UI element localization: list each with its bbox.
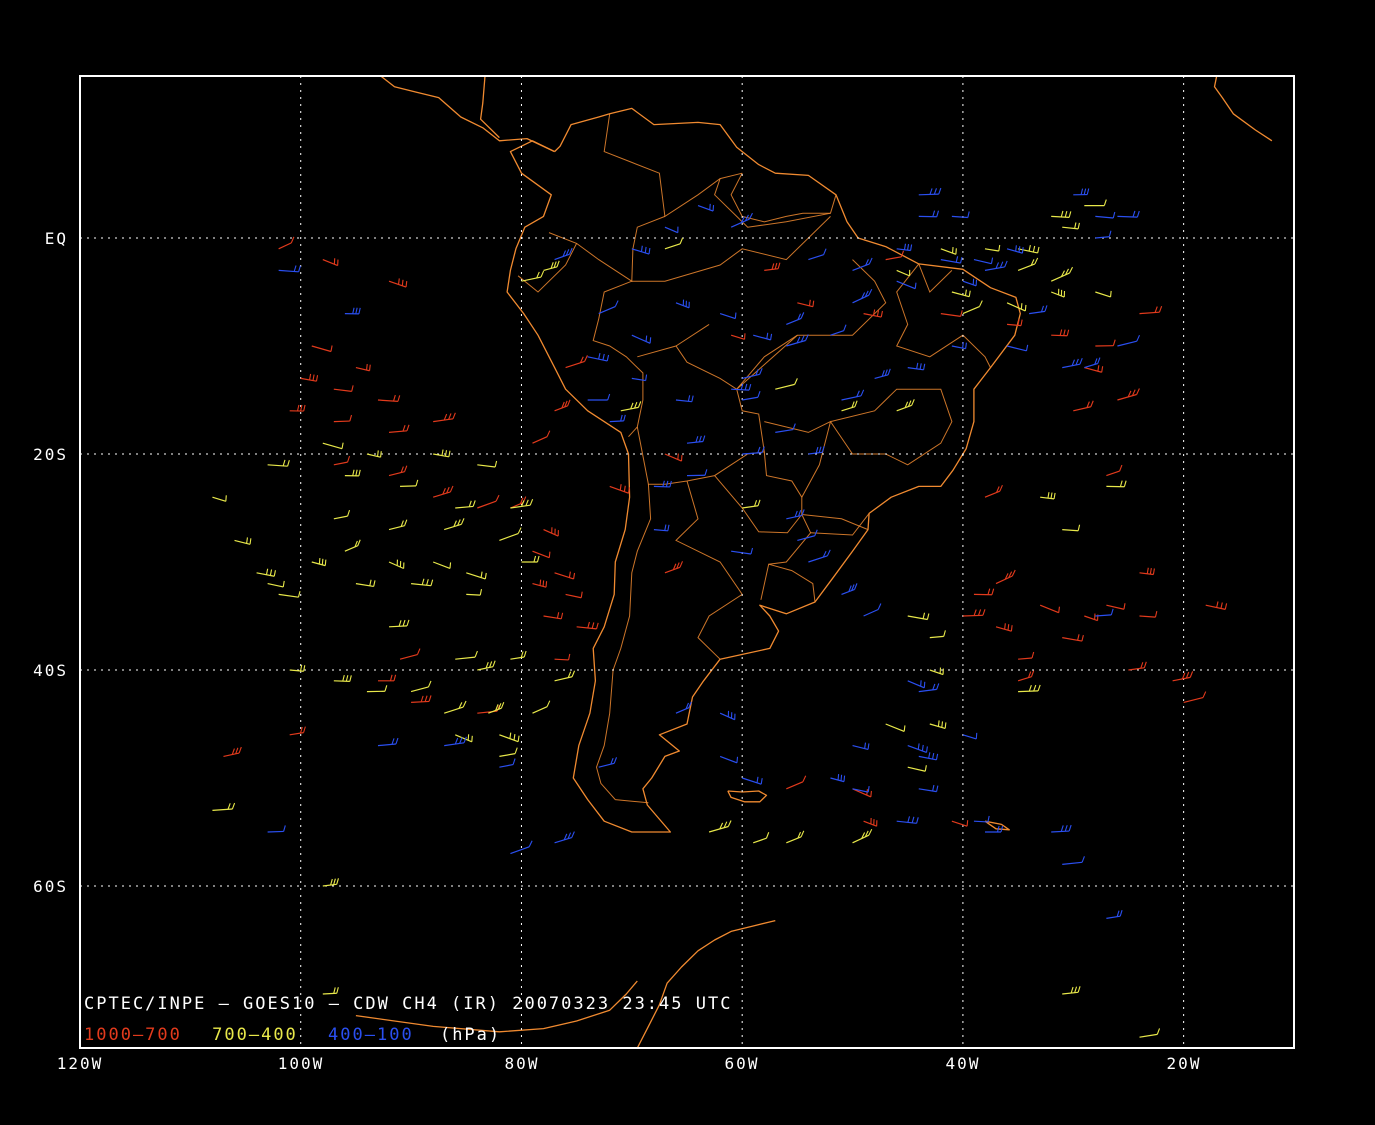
lat-label-60s: 60S [33, 877, 68, 896]
wind-barb-low-feather [1010, 625, 1013, 632]
wind-barb-high-feather [840, 774, 843, 781]
wind-map: EQ 20S 40S 60S 120W 100W 80W 60W 40W 20W… [0, 0, 1375, 1125]
lon-label-40w: 40W [946, 1054, 981, 1073]
wind-barb-high-feather [649, 337, 652, 344]
wind-barb-low-feather [398, 278, 400, 285]
wind-barb-mid-feather [903, 725, 906, 732]
wind-barb-mid-feather [941, 721, 944, 728]
background [0, 0, 1375, 1125]
lon-label-60w: 60W [725, 1054, 760, 1073]
wind-barb-high-feather [914, 282, 917, 289]
lon-label-20w: 20W [1167, 1054, 1202, 1073]
wind-barb-low-feather [870, 790, 872, 797]
wind-barb-low-feather [366, 363, 368, 371]
wind-barb-low-feather [1007, 624, 1010, 631]
wind-barb-high-feather [843, 775, 846, 782]
wind-barb-mid-feather [937, 720, 940, 727]
wind-barb-high-shaft [918, 193, 939, 196]
legend-low: 1000–700 [84, 1025, 182, 1045]
lat-label-20s: 20S [33, 445, 68, 464]
legend-mid: 700–400 [212, 1025, 298, 1045]
wind-barb-high-shaft [267, 830, 284, 833]
wind-barb-mid-feather [1110, 290, 1112, 297]
wind-barb-high-feather [645, 335, 648, 342]
wind-barb-low-feather [1058, 606, 1060, 613]
wind-barb-mid-shaft [333, 680, 350, 682]
caption-title: CPTEC/INPE – GOES10 – CDW CH4 (IR) 20070… [84, 994, 732, 1014]
lat-label-40s: 40S [33, 661, 68, 680]
wind-barb-mid-feather [377, 450, 379, 457]
wind-barb-low-feather [405, 280, 408, 288]
wind-barb-low-feather [401, 279, 404, 286]
wind-barb-mid-feather [449, 562, 452, 569]
wind-barb-mid-feather [380, 451, 382, 458]
wind-barb-low-shaft [1051, 334, 1068, 337]
wind-barb-low-shaft [554, 658, 569, 661]
wind-barb-mid-shaft [1018, 690, 1039, 693]
wind-barb-low-feather [1004, 623, 1006, 630]
legend-high: 400–100 [328, 1025, 414, 1045]
wind-barb-mid-feather [324, 559, 327, 566]
wind-barb-high-feather [734, 312, 737, 319]
wind-barb-high-feather [1021, 247, 1024, 254]
wind-barb-low-feather [369, 364, 371, 371]
wind-barb-high-feather [837, 773, 840, 781]
wind-barb-mid-feather [1020, 303, 1023, 310]
wind-barb-mid-shaft [466, 593, 481, 596]
wind-barb-low-feather [542, 580, 545, 587]
wind-barb-high-shaft [973, 820, 988, 823]
wind-barb-mid-feather [1024, 304, 1027, 311]
wind-barb-high-shaft [609, 420, 624, 423]
wind-barb-low-shaft [333, 420, 350, 423]
wind-barb-high-shaft [1117, 215, 1138, 218]
wind-barb-high-shaft [653, 485, 670, 488]
wind-barb-high-feather [1015, 245, 1017, 252]
wind-barb-low-feather [539, 579, 542, 586]
wind-barb-mid-feather [318, 557, 321, 565]
wind-barb-mid-feather [321, 558, 324, 565]
legend-units: (hPa) [440, 1025, 501, 1045]
wind-barb-high-feather [736, 756, 739, 763]
lon-label-120w: 120W [57, 1054, 104, 1073]
wind-barb-low-feather [545, 581, 548, 588]
lon-label-80w: 80W [505, 1054, 540, 1073]
lon-label-100w: 100W [278, 1054, 325, 1073]
wind-barb-low-feather [966, 820, 969, 827]
lat-label-eq: EQ [45, 229, 68, 248]
wind-barb-mid-shaft [400, 485, 417, 487]
wind-barb-high-feather [1018, 246, 1021, 253]
wind-barb-low-feather [548, 551, 551, 558]
wind-barb-mid-feather [944, 722, 947, 729]
wind-barb-low-shaft [962, 614, 983, 617]
